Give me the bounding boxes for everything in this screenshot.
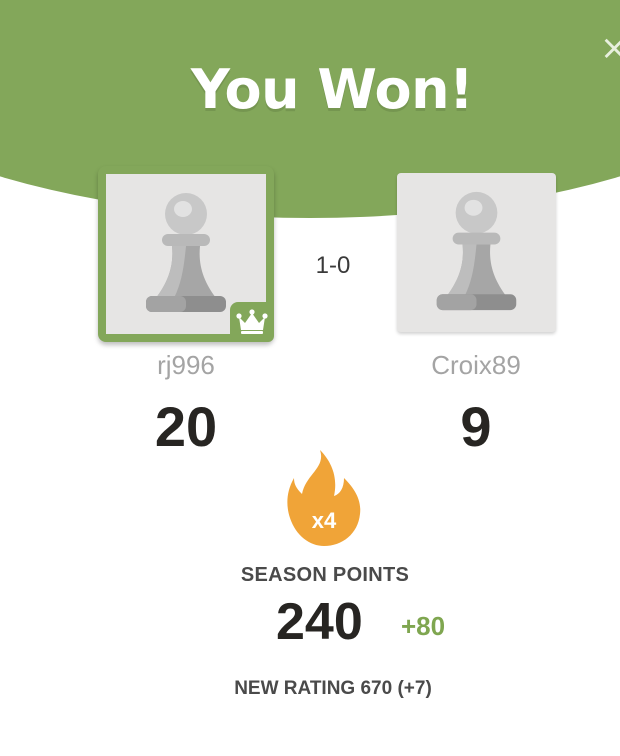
opponent-avatar[interactable] [397, 173, 556, 332]
new-rating: NEW RATING 670 (+7) [234, 678, 432, 699]
season-points-label: SEASON POINTS [240, 564, 410, 586]
crown-icon [236, 309, 268, 334]
season-points-delta: +80 [401, 611, 446, 641]
result-title: You Won! [190, 58, 474, 121]
opponent-username[interactable]: Croix89 [376, 350, 576, 381]
winner-score: 20 [154, 395, 218, 458]
game-over-modal: × You Won! 1-0 rj996 Croix89 20 9 x4 SEA… [0, 0, 620, 756]
pawn-icon [436, 191, 517, 311]
crown-badge [230, 302, 274, 342]
winner-username[interactable]: rj996 [86, 350, 286, 381]
streak-multiplier: x4 [311, 508, 337, 533]
opponent-score: 9 [460, 395, 492, 458]
winner-avatar[interactable] [98, 166, 274, 342]
game-result: 1-0 [315, 252, 351, 279]
season-points-value: 240 [276, 593, 363, 651]
